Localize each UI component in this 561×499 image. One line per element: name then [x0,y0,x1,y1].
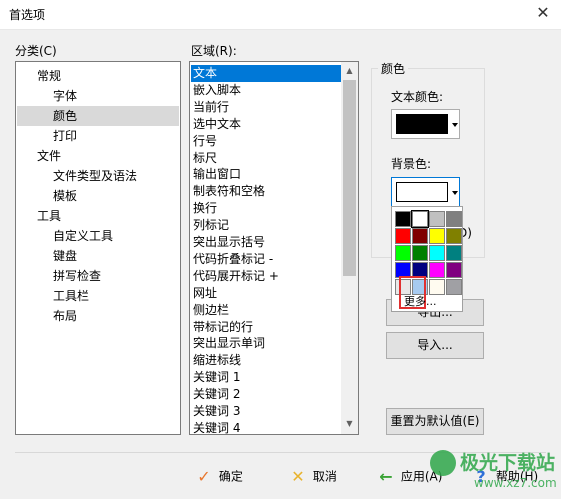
cancel-button[interactable]: ✕ 取消 [287,462,337,490]
chevron-down-icon [452,191,458,195]
color-group-title: 颜色 [378,60,409,77]
palette-swatch[interactable] [395,245,411,261]
region-item[interactable]: 换行 [191,200,342,217]
category-label: 分类(C) [15,44,57,58]
palette-swatch[interactable] [412,245,428,261]
arrow-left-icon: ← [379,466,393,486]
watermark-url: www.xz7.com [474,476,557,490]
text-color-label: 文本颜色: [391,90,444,104]
region-item[interactable]: 带标记的行 [191,319,342,336]
category-item[interactable]: 工具 [17,206,179,226]
palette-swatch[interactable] [395,228,411,244]
category-item[interactable]: 自定义工具 [17,226,179,246]
palette-swatch[interactable] [395,211,411,227]
palette-swatch[interactable] [411,210,429,228]
category-item[interactable]: 颜色 [17,106,179,126]
region-item[interactable]: 缩进标线 [191,352,342,369]
palette-swatch[interactable] [429,245,445,261]
more-colors-link[interactable]: 更多... [404,293,437,309]
region-item[interactable]: 当前行 [191,99,342,116]
category-item[interactable]: 模板 [17,186,179,206]
category-item[interactable]: 布局 [17,306,179,326]
category-item[interactable]: 文件 [17,146,179,166]
color-palette-popup: 更多... [391,206,463,312]
ok-button[interactable]: ✓ 确定 [193,462,243,490]
region-item[interactable]: 标尺 [191,150,342,167]
scroll-thumb[interactable] [343,80,356,276]
palette-swatch[interactable] [412,228,428,244]
watermark-title: 极光下载站 [460,452,556,474]
region-item[interactable]: 行号 [191,133,342,150]
palette-swatch[interactable] [429,262,445,278]
region-item[interactable]: 文本 [191,65,342,82]
cross-icon: ✕ [291,466,305,486]
category-item[interactable]: 文件类型及语法 [17,166,179,186]
checkmark-icon: ✓ [197,466,211,486]
region-item[interactable]: 列标记 [191,217,342,234]
region-item[interactable]: 选中文本 [191,116,342,133]
region-item[interactable]: 突出显示括号 [191,234,342,251]
palette-swatch[interactable] [429,228,445,244]
region-item[interactable]: 关键词 4 [191,420,342,434]
region-item[interactable]: 代码展开标记 + [191,268,342,285]
category-item[interactable]: 常规 [17,66,179,86]
bg-color-picker[interactable] [391,177,460,207]
palette-swatch[interactable] [446,279,462,295]
category-item[interactable]: 键盘 [17,246,179,266]
palette-swatch[interactable] [446,228,462,244]
region-item[interactable]: 制表符和空格 [191,183,342,200]
region-item[interactable]: 侧边栏 [191,302,342,319]
window-title: 首选项 [9,8,46,22]
region-list[interactable]: 文本 嵌入脚本 当前行 选中文本 行号 标尺 输出窗口 制表符和空格 换行 列标记 突出显示括号 代码… [189,61,359,435]
category-tree[interactable]: 常规 字体 颜色 打印 文件 文件类型及语法 模板 工具 自定义工具 键盘 拼写检查 工具栏 布局 [15,61,181,435]
reset-defaults-button[interactable]: 重置为默认值(E) [386,408,484,435]
region-item[interactable]: 代码折叠标记 - [191,251,342,268]
watermark-logo: 极光下载站 www.xz7.com [430,446,558,498]
palette-swatch[interactable] [446,211,462,227]
region-items: 文本 嵌入脚本 当前行 选中文本 行号 标尺 输出窗口 制表符和空格 换行 列标记 突出显示括号 代码… [190,65,342,434]
palette-swatch[interactable] [446,262,462,278]
region-item[interactable]: 关键词 1 [191,369,342,386]
scroll-up-icon[interactable]: ▲ [341,64,358,78]
region-scrollbar[interactable]: ▲ ▼ [341,62,358,434]
chevron-down-icon [452,123,458,127]
category-item[interactable]: 打印 [17,126,179,146]
category-item[interactable]: 拼写检查 [17,266,179,286]
palette-swatch[interactable] [429,211,445,227]
palette-swatch[interactable] [446,245,462,261]
region-item[interactable]: 关键词 2 [191,386,342,403]
scroll-down-icon[interactable]: ▼ [341,417,358,431]
bg-color-label: 背景色: [391,157,432,171]
region-item[interactable]: 突出显示单词 [191,335,342,352]
title-bar [0,0,561,30]
import-button[interactable]: 导入... [386,332,484,359]
category-item[interactable]: 工具栏 [17,286,179,306]
region-item[interactable]: 关键词 3 [191,403,342,420]
region-item[interactable]: 网址 [191,285,342,302]
bg-color-swatch [396,182,448,202]
region-label: 区域(R): [191,44,237,58]
close-icon[interactable]: ✕ [532,2,554,24]
text-color-picker[interactable] [391,109,460,139]
category-item[interactable]: 字体 [17,86,179,106]
watermark-emblem-icon [430,450,456,476]
region-item[interactable]: 嵌入脚本 [191,82,342,99]
text-color-swatch [396,114,448,134]
region-item[interactable]: 输出窗口 [191,166,342,183]
